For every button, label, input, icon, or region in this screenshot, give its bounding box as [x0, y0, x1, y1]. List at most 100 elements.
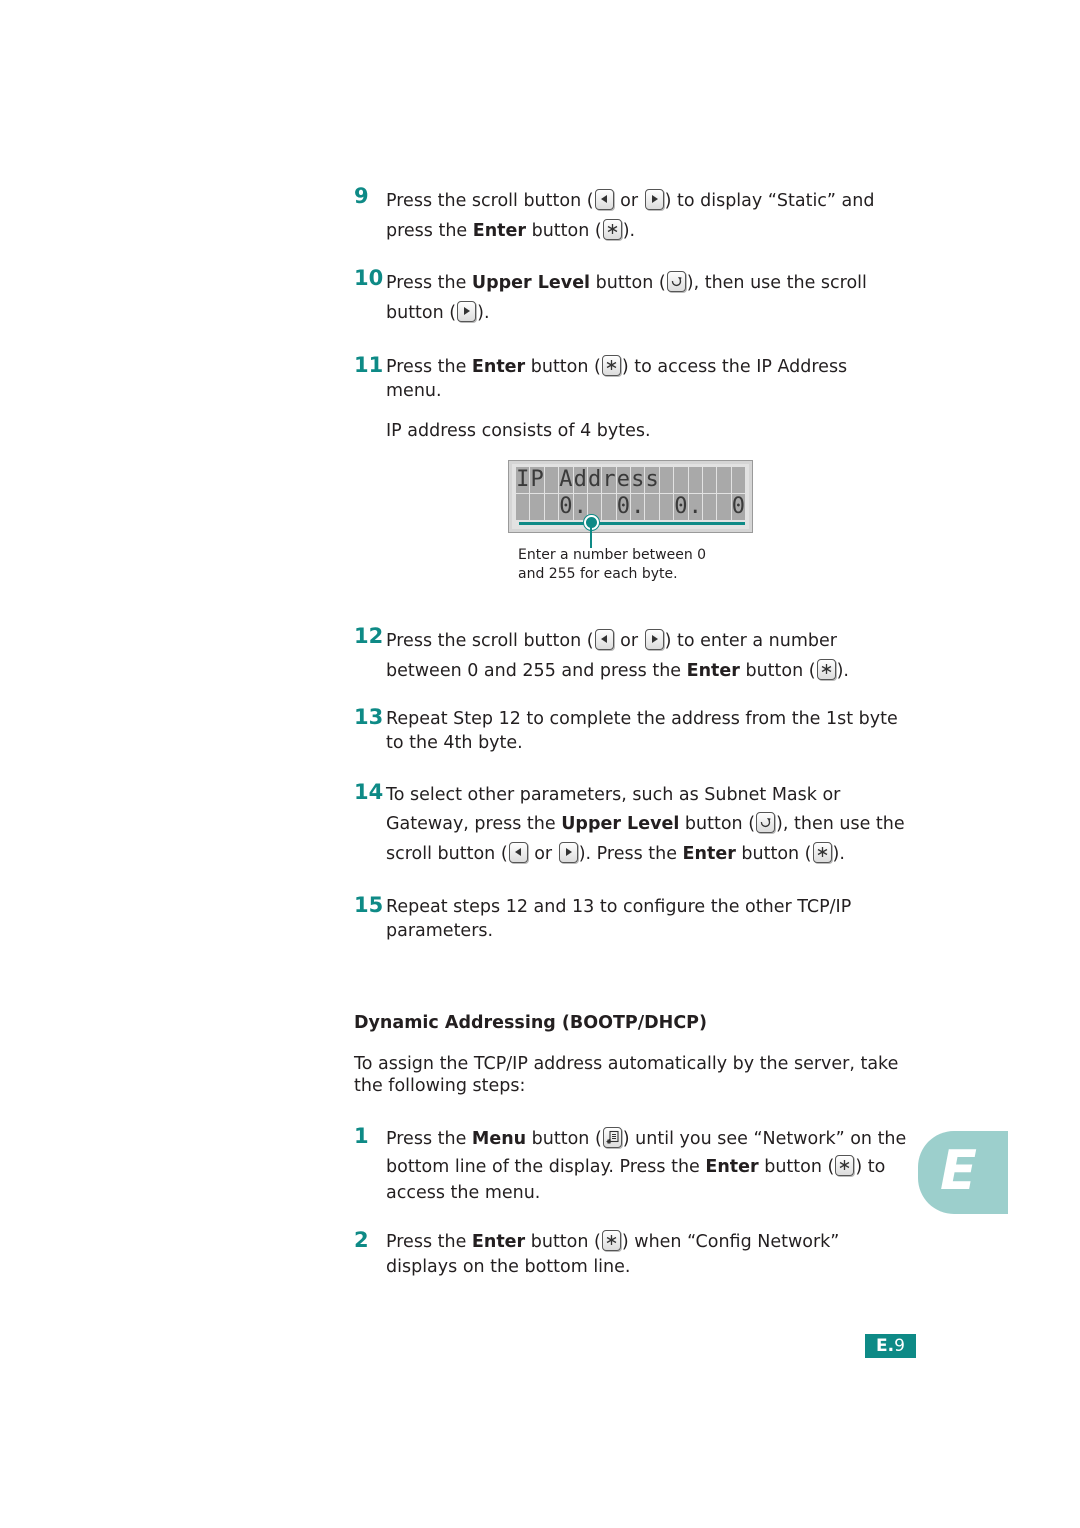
step-text-run: ). [836, 661, 849, 681]
scroll-right-icon [457, 301, 477, 322]
step-text: Press the Enter button () to access the … [386, 355, 914, 403]
step-text-run: button ( [735, 844, 812, 864]
lcd-cell: A [559, 467, 573, 493]
lcd-cell: . [631, 494, 645, 520]
step-text-run: ), then use the scroll [686, 273, 867, 293]
step-text-run: ) until you see “Network” on the [622, 1129, 907, 1149]
ip-note: IP address consists of 4 bytes. [386, 421, 651, 441]
step-text-run: Repeat Step 12 to complete the address f… [386, 709, 898, 729]
lcd-cell: s [645, 467, 659, 493]
step-number: 12 [354, 624, 384, 648]
lcd-cell: d [573, 467, 587, 493]
step-line: Press the Enter button () when “Config N… [386, 1230, 914, 1255]
enter-icon [602, 219, 622, 240]
lcd-cell [731, 467, 745, 493]
step-text: Repeat steps 12 and 13 to configure the … [386, 895, 914, 943]
lcd-cell [516, 494, 530, 520]
lcd-cell [702, 467, 717, 493]
scroll-right-icon [644, 629, 664, 650]
button-name: Enter [472, 221, 527, 241]
button-name: Menu [471, 1129, 527, 1149]
step-text-run: Press the [386, 273, 472, 293]
step-line: Press the Enter button () to access the … [386, 355, 914, 379]
lcd-cell: . [688, 494, 702, 520]
step-text: Press the Enter button () when “Config N… [386, 1230, 914, 1279]
upper-level-icon [666, 271, 686, 292]
step-line: scroll button ( or ). Press the Enter bu… [386, 839, 914, 869]
page-number: E.9 [865, 1334, 916, 1358]
step-line: Repeat steps 12 and 13 to configure the … [386, 895, 914, 919]
step-line: menu. [386, 379, 914, 403]
lcd-caption: Enter a number between 0 and 255 for eac… [518, 546, 706, 584]
lcd-cell [674, 467, 688, 493]
step-text-run: button ( [590, 273, 666, 293]
step-line: parameters. [386, 919, 914, 943]
step-number: 10 [354, 266, 384, 290]
lcd-cell [645, 494, 659, 520]
step-item: 10 Press the Upper Level button ( ), then … [354, 266, 914, 328]
step-line: Press the Menu button () until you see “… [386, 1126, 914, 1153]
step-text: Repeat Step 12 to complete the address f… [386, 707, 914, 755]
step-number: 2 [354, 1228, 369, 1252]
step-text-run: scroll button ( [386, 844, 508, 864]
lcd-cell: 0 [674, 494, 688, 520]
step-text-run: ) to access the IP Address [621, 357, 848, 377]
step-number: 9 [354, 184, 369, 208]
step-item: 11 Press the Enter button () to access th… [354, 353, 914, 403]
lcd-cell [530, 494, 544, 520]
button-name: Enter [682, 844, 736, 864]
step-text-run: or [614, 631, 644, 651]
button-name: Enter [471, 357, 526, 377]
step-item: 2 Press the Enter button () when “Config … [354, 1228, 914, 1279]
step-text: Press the scroll button ( or ) to displa… [386, 186, 914, 246]
step-text-run: button ( [386, 303, 457, 323]
lcd-cell [717, 494, 731, 520]
step-text-run: between 0 and 255 and press the [386, 661, 687, 681]
scroll-left-icon [594, 629, 614, 650]
step-text-run: Press the [386, 1232, 472, 1252]
step-text-run: ). [477, 303, 490, 323]
step-text-run: press the [386, 221, 473, 241]
step-item: 15 Repeat steps 12 and 13 to configure th… [354, 893, 914, 943]
step-text-run: Repeat steps 12 and 13 to configure the … [386, 897, 852, 917]
page-number-prefix: E. [876, 1336, 895, 1356]
step-text-run: or [528, 844, 558, 864]
lcd-grid: IP Address 0. 0. 0. 0 [516, 467, 745, 520]
step-item: 1 Press the Menu button () until you see … [354, 1124, 914, 1204]
step-text-run: button ( [679, 814, 756, 834]
lcd-cell: s [631, 467, 645, 493]
step-text-run: Press the scroll button ( [386, 631, 594, 651]
step-text-run: button ( [739, 661, 816, 681]
step-line: access the menu. [386, 1182, 914, 1204]
step-line: press the Enter button (). [386, 216, 914, 246]
button-name: Enter [705, 1157, 759, 1177]
step-text-run: ), then use the [776, 814, 905, 834]
step-line: between 0 and 255 and press the Enter bu… [386, 656, 914, 686]
button-name: Upper Level [471, 273, 591, 293]
step-text-run: ). Press the [578, 844, 683, 864]
page-number-value: 9 [894, 1336, 905, 1356]
step-text-run: to the 4th byte. [386, 733, 523, 753]
lcd-cell [544, 467, 559, 493]
manual-page: 9 Press the scroll button ( or ) to displ… [0, 0, 1080, 1528]
step-text-run: access the menu. [386, 1183, 541, 1203]
step-line: Press the Upper Level button ( ), then us… [386, 268, 914, 298]
lcd-cell [717, 467, 731, 493]
lcd-cell: 0 [731, 494, 745, 520]
step-text-run: ). [622, 221, 636, 241]
enter-icon [601, 355, 621, 376]
step-line: to the 4th byte. [386, 731, 914, 755]
step-text-run: Gateway, press the [386, 814, 562, 834]
lcd-cell [659, 467, 674, 493]
button-name: Upper Level [561, 814, 680, 834]
scroll-left-icon [508, 842, 528, 863]
step-number: 14 [354, 780, 384, 804]
lcd-underline [519, 522, 745, 525]
step-text-run: ) to enter a number [664, 631, 837, 651]
scroll-left-icon [594, 189, 614, 210]
lcd-caption-line: and 255 for each byte. [518, 566, 678, 582]
step-number: 11 [354, 353, 384, 377]
lcd-cell [702, 494, 717, 520]
step-number: 15 [354, 893, 384, 917]
step-text: Press the Upper Level button ( ), then us… [386, 268, 914, 328]
